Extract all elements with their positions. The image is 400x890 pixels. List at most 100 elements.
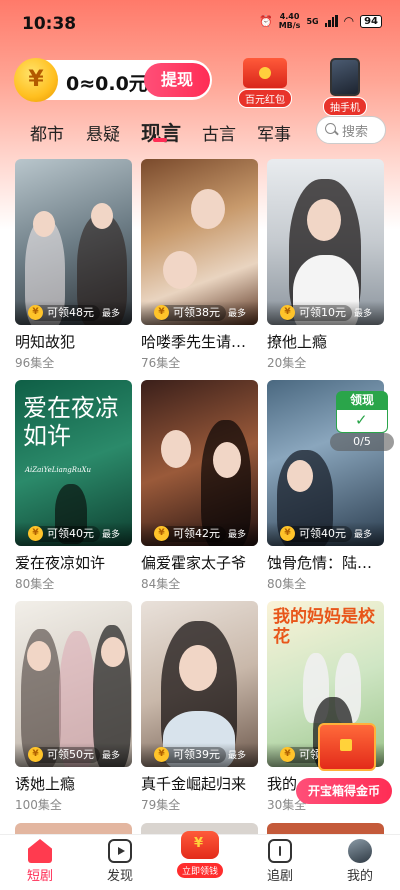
drama-episodes: 76集全 [141,356,181,370]
drama-poster: ¥ 可领38元 最多 [141,159,258,325]
bottom-nav: 短剧 发现 立即领钱 追剧 我的 [0,831,400,890]
poster-subtitle: AiZaiYeLiangRuXu [25,466,92,474]
search-input[interactable]: 搜索 [316,116,386,144]
drama-episodes: 20集全 [267,356,307,370]
poster-face [213,442,241,478]
coin-icon: ¥ [28,526,43,541]
battery-icon: 94 [360,14,382,28]
reward-pill: ¥ 可领48元 [28,305,100,321]
reward-pill: ¥ 可领40元 [280,526,352,542]
reward-bar: ¥ 可领39元 最多 [141,743,258,767]
drama-poster: ¥ 可领42元 最多 [141,380,258,546]
treasure-chest[interactable] [312,715,378,775]
coin-icon: ¥ [28,747,43,762]
drama-poster: ¥ 可领39元 最多 [141,601,258,767]
alarm-icon: ⏰ [259,14,273,28]
drama-episodes: 79集全 [141,798,181,812]
drama-episodes: 80集全 [15,577,55,591]
drama-title: 哈喽季先生请… [141,333,247,351]
tab-dushi[interactable]: 都市 [30,120,64,145]
open-treasure-button[interactable]: 开宝箱得金币 [296,778,392,804]
drama-card[interactable]: ¥ 可领10元 最多 撩他上瘾 20集全 [267,159,384,371]
tab-junshi[interactable]: 军事 [257,120,291,145]
coin-icon: ¥ [280,526,295,541]
nav-label: 我的 [346,869,373,884]
nav-label: 发现 [106,869,133,884]
tab-guyan[interactable]: 古言 [202,120,236,145]
reward-bar: ¥ 可领40元 最多 [15,522,132,546]
poster-face [163,251,197,289]
reward-max: 最多 [227,530,246,540]
poster-face [287,460,313,492]
coin-icon: ¥ [154,526,169,541]
reward-pill: ¥ 可领10元 [280,305,352,321]
reward-max: 最多 [227,309,246,319]
drama-title: 爱在夜凉如许 [15,554,106,572]
reward-pill: ¥ 可领39元 [154,747,226,763]
reward-pill: ¥ 可领42元 [154,526,226,542]
reward-bar: ¥ 可领48元 最多 [15,301,132,325]
poster-face [91,203,113,229]
reward-amount: 可领50元 [47,748,94,761]
nav-label: 立即领钱 [176,863,223,878]
reward-amount: 可领38元 [173,306,220,319]
promo-phone-draw[interactable]: 抽手机 [323,58,367,116]
coin-icon: ¥ [280,747,295,762]
net-speed: 4.40 MB/s [279,12,301,30]
reward-bar: ¥ 可领10元 最多 [267,301,384,325]
tab-xuanyi[interactable]: 悬疑 [86,120,120,145]
poster-title-text: 我的妈妈是校花 [273,607,375,647]
nav-item-follow[interactable]: 追剧 [245,839,315,884]
check-icon [336,409,388,433]
drama-poster: ¥ 可领48元 最多 [15,159,132,325]
drama-title: 蚀骨危情：陆… [267,554,373,572]
drama-title: 真千金崛起归来 [141,775,247,793]
nav-label: 短剧 [26,869,53,884]
poster-face [101,637,125,667]
drama-card[interactable]: ¥ 可领50元 最多 诱她上瘾 100集全 [15,601,132,813]
poster-face [307,199,341,241]
poster-face [27,641,51,671]
search-icon [325,123,336,134]
reward-amount: 可领39元 [173,748,220,761]
coin-icon: ¥ [154,747,169,762]
drama-card[interactable]: ¥ 可领38元 最多 哈喽季先生请… 76集全 [141,159,258,371]
drama-episodes: 80集全 [267,577,307,591]
coin-balance: 0≈0.0元 [66,73,148,95]
drama-episodes: 96集全 [15,356,55,370]
drama-card[interactable]: ¥ 可领48元 最多 明知故犯 96集全 [15,159,132,371]
red-packet-icon [243,58,287,88]
reward-bar: ¥ 可领40元 最多 [267,522,384,546]
network-type: 5G [306,16,319,26]
reward-pill: ¥ 可领50元 [28,747,100,763]
coin-balance-bar[interactable]: ¥ 0≈0.0元 提现 [14,58,212,102]
reward-bar: ¥ 可领42元 最多 [141,522,258,546]
drama-card[interactable]: ¥ 可领39元 最多 真千金崛起归来 79集全 [141,601,258,813]
claim-cash-badge[interactable]: 领现 [336,391,388,433]
nav-item-discover[interactable]: 发现 [85,839,155,884]
drama-card[interactable]: 爱在夜凉如许 AiZaiYeLiangRuXu ¥ 可领40元 最多 爱在夜凉如许… [15,380,132,592]
reward-amount: 可领48元 [47,306,94,319]
profile-avatar-icon [348,839,372,863]
poster-face [179,645,217,691]
drama-card[interactable]: ¥ 可领42元 最多 偏爱霍家太子爷 84集全 [141,380,258,592]
signal-icon [324,15,338,27]
promo-red-packet-label: 百元红包 [238,89,292,108]
coin-icon: ¥ [280,305,295,320]
drama-title: 明知故犯 [15,333,76,351]
nav-item-me[interactable]: 我的 [325,839,395,884]
drama-poster: ¥ 可领10元 最多 [267,159,384,325]
nav-item-claim-cash[interactable]: 立即领钱 [165,831,235,878]
net-speed-value: 4.40 [279,12,300,21]
withdraw-button[interactable]: 提现 [144,63,210,97]
reward-max: 最多 [101,309,120,319]
reward-amount: 可领40元 [299,527,346,540]
promo-red-packet[interactable]: 百元红包 [238,58,292,108]
treasure-chest-icon [318,723,376,771]
active-tab-indicator [153,138,167,142]
nav-item-shortdrama[interactable]: 短剧 [5,839,75,884]
reward-amount: 可领42元 [173,527,220,540]
phone-prize-icon [330,58,360,96]
wifi-icon: ◠ [343,14,355,28]
search-placeholder: 搜索 [342,125,369,140]
